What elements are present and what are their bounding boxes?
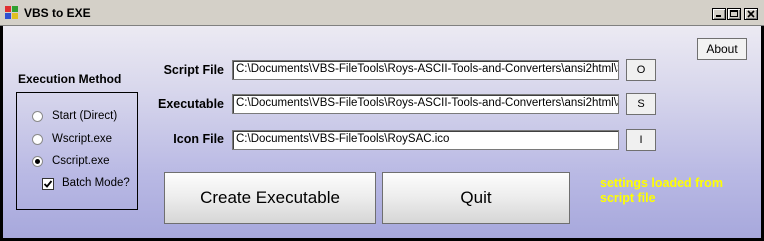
close-icon [747,10,755,18]
radio-button[interactable] [32,111,43,122]
checkbox-checked-icon[interactable] [42,178,54,190]
radio-label: Cscript.exe [52,155,110,167]
script-file-label: Script File [163,63,224,77]
save-executable-button[interactable]: S [626,93,656,115]
icon-file-input[interactable]: C:\Documents\VBS-FileTools\RoySAC.ico [232,130,619,150]
icon-file-button[interactable]: I [626,129,656,151]
window-title: VBS to EXE [24,6,91,20]
radio-label: Wscript.exe [52,133,113,145]
radio-label: Start (Direct) [52,110,118,122]
minimize-icon [716,15,721,17]
create-executable-button[interactable]: Create Executable [164,172,376,224]
executable-input[interactable]: C:\Documents\VBS-FileTools\Roys-ASCII-To… [232,94,619,114]
minimize-button[interactable] [712,8,726,20]
radio-button[interactable] [32,134,43,145]
status-message: settings loaded from script file [600,176,723,205]
radio-button-selected[interactable] [32,156,43,167]
icon-file-label: Icon File [173,132,224,146]
maximize-icon [730,10,738,17]
execution-method-title: Execution Method [18,72,122,86]
about-button[interactable]: About [697,38,747,60]
close-button[interactable] [744,8,758,20]
title-bar[interactable]: VBS to EXE [0,0,764,26]
app-window: VBS to EXE About Execution Method Start … [0,0,764,241]
maximize-button[interactable] [727,8,741,20]
open-script-button[interactable]: O [626,59,656,81]
quit-button[interactable]: Quit [382,172,570,224]
app-icon [5,6,18,19]
script-file-input[interactable]: C:\Documents\VBS-FileTools\Roys-ASCII-To… [232,60,619,80]
executable-label: Executable [157,97,224,111]
batch-mode-label: Batch Mode? [62,177,130,189]
